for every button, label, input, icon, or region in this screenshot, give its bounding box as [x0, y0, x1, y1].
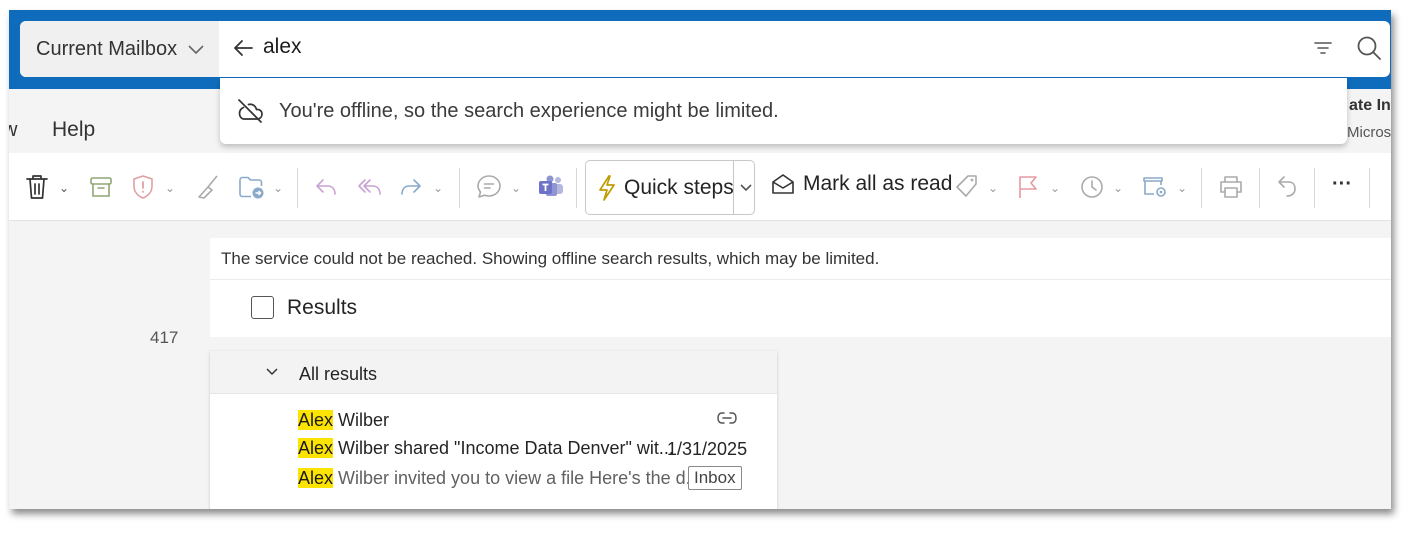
- mark-read-icon: [772, 174, 794, 194]
- search-icon[interactable]: [1356, 35, 1382, 61]
- reply-icon[interactable]: [314, 177, 338, 197]
- sweep-icon[interactable]: [195, 174, 221, 200]
- report-icon[interactable]: [131, 174, 155, 200]
- message-date: 1/31/2025: [667, 439, 748, 459]
- command-toolbar: ⌄ ⌄ ⌄ ⌄ ⌄ Quick steps Mark all as read ⌄…: [9, 153, 1391, 221]
- results-group-label: All results: [299, 364, 378, 384]
- results-title: Results: [287, 296, 358, 319]
- search-box[interactable]: Current Mailbox alex: [20, 21, 1390, 77]
- back-arrow-icon[interactable]: [232, 38, 254, 58]
- preview-rest: Wilber invited you to view a file Here's…: [333, 468, 701, 488]
- folder-badge: Inbox: [688, 466, 742, 490]
- bolt-icon: [599, 175, 615, 201]
- forward-icon[interactable]: [399, 177, 423, 197]
- move-to-icon[interactable]: [238, 174, 266, 200]
- print-icon[interactable]: [1218, 175, 1244, 199]
- delete-menu-chevron[interactable]: ⌄: [59, 181, 69, 195]
- chevron-down-icon: [188, 45, 204, 55]
- toolbar-separator: [459, 168, 460, 208]
- toolbar-separator: [576, 168, 577, 208]
- message-subject: Alex Wilber shared "Income Data Denver" …: [298, 438, 674, 459]
- archive-icon[interactable]: [89, 175, 113, 199]
- sender-rest: Wilber: [333, 410, 390, 430]
- delete-icon[interactable]: [25, 173, 49, 201]
- offline-notice-dropdown: You're offline, so the search experience…: [220, 78, 1347, 144]
- account-name-partial: ate Inc: [1349, 97, 1391, 114]
- cloud-offline-icon: [238, 99, 263, 123]
- rules-menu-chevron[interactable]: ⌄: [1177, 181, 1187, 195]
- quick-steps-label: Quick steps: [624, 176, 734, 199]
- filter-icon[interactable]: [1314, 40, 1332, 56]
- toolbar-separator: [1369, 168, 1370, 208]
- chevron-down-icon[interactable]: [265, 364, 279, 380]
- mark-all-as-read-button[interactable]: Mark all as read: [771, 172, 952, 196]
- search-highlight: Alex: [298, 410, 334, 430]
- mark-all-as-read-label: Mark all as read: [803, 172, 953, 195]
- quick-steps-divider: [733, 161, 734, 214]
- search-input[interactable]: alex: [263, 35, 302, 59]
- offline-results-banner: The service could not be reached. Showin…: [210, 238, 1391, 280]
- toolbar-separator: [1201, 168, 1202, 208]
- undo-icon[interactable]: [1275, 174, 1299, 200]
- subject-rest: Wilber shared "Income Data Denver" wit..…: [333, 438, 674, 458]
- rules-icon[interactable]: [1141, 174, 1169, 200]
- flag-menu-chevron[interactable]: ⌄: [1050, 181, 1060, 195]
- chat-icon[interactable]: [476, 174, 502, 200]
- search-highlight: Alex: [298, 438, 334, 458]
- flag-icon[interactable]: [1017, 174, 1039, 200]
- tab-help[interactable]: Help: [52, 118, 95, 142]
- tag-menu-chevron[interactable]: ⌄: [988, 181, 998, 195]
- report-menu-chevron[interactable]: ⌄: [165, 181, 175, 195]
- link-icon: [717, 412, 737, 424]
- reply-all-icon[interactable]: [356, 177, 382, 197]
- toolbar-separator: [297, 168, 298, 208]
- snooze-menu-chevron[interactable]: ⌄: [1113, 181, 1123, 195]
- results-header: Results: [210, 280, 1391, 337]
- search-highlight: Alex: [298, 468, 334, 488]
- list-item[interactable]: Alex Wilber Alex Wilber shared "Income D…: [210, 395, 777, 509]
- snooze-icon[interactable]: [1079, 174, 1105, 200]
- select-all-checkbox[interactable]: [251, 296, 274, 319]
- toolbar-separator: [1259, 168, 1260, 208]
- offline-message: You're offline, so the search experience…: [279, 100, 779, 122]
- toolbar-separator: [1314, 168, 1315, 208]
- more-icon[interactable]: ···: [1332, 173, 1352, 196]
- offline-results-message: The service could not be reached. Showin…: [221, 249, 880, 268]
- quick-steps-button[interactable]: Quick steps: [585, 160, 755, 215]
- folder-count: 417: [150, 328, 179, 347]
- message-preview: Alex Wilber invited you to view a file H…: [298, 468, 701, 489]
- search-scope-label: Current Mailbox: [36, 37, 178, 60]
- move-menu-chevron[interactable]: ⌄: [273, 181, 283, 195]
- message-sender: Alex Wilber: [298, 410, 389, 431]
- teams-icon[interactable]: [537, 174, 565, 200]
- account-org-partial: Microsc: [1347, 124, 1391, 141]
- forward-menu-chevron[interactable]: ⌄: [433, 181, 443, 195]
- tag-icon[interactable]: [955, 174, 979, 200]
- outlook-window: Current Mailbox alex You're offline, so …: [9, 10, 1391, 509]
- chevron-down-icon[interactable]: [739, 175, 753, 201]
- chat-menu-chevron[interactable]: ⌄: [511, 181, 521, 195]
- results-list: All results Alex Wilber Alex Wilber shar…: [210, 351, 777, 509]
- results-group-header[interactable]: All results: [210, 351, 777, 394]
- tab-view[interactable]: w: [9, 119, 17, 142]
- search-scope-dropdown[interactable]: Current Mailbox: [20, 21, 219, 77]
